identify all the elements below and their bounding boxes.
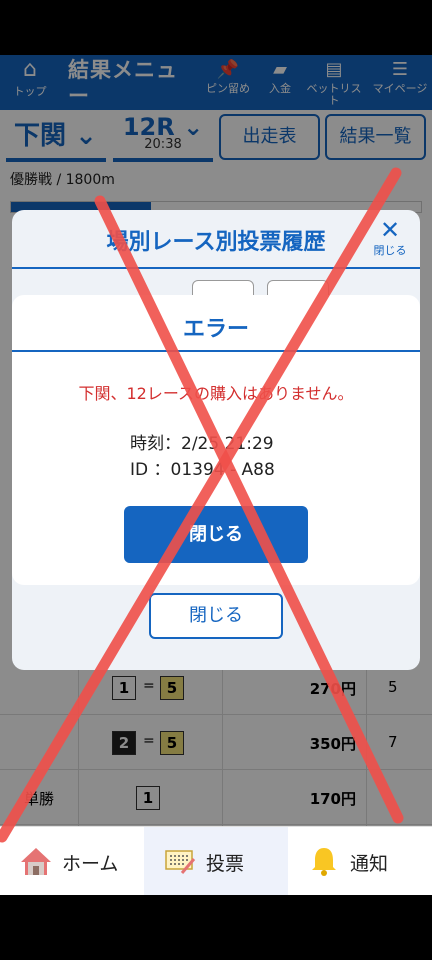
bottom-nav: ホーム 投票 通知 bbox=[0, 826, 432, 895]
bottom-nav-notify-label: 通知 bbox=[350, 853, 389, 875]
divider bbox=[12, 350, 420, 352]
bottom-nav-home[interactable]: ホーム bbox=[0, 827, 144, 895]
bottom-nav-notify[interactable]: 通知 bbox=[288, 827, 432, 895]
history-close-icon-button[interactable]: ✕ 閉じる bbox=[370, 218, 410, 258]
bottom-nav-home-label: ホーム bbox=[62, 853, 119, 875]
bottom-nav-vote[interactable]: 投票 bbox=[144, 827, 288, 895]
close-icon: ✕ bbox=[379, 216, 401, 244]
error-dialog-title: エラー bbox=[182, 317, 249, 342]
bell-icon bbox=[312, 848, 336, 876]
divider bbox=[12, 267, 420, 269]
history-modal-title: 場別レース別投票履歴 bbox=[106, 230, 326, 255]
error-close-button[interactable]: 閉じる bbox=[124, 506, 308, 563]
error-time: 時刻：2/25 21:29 bbox=[130, 434, 274, 454]
home-icon bbox=[21, 848, 51, 875]
phone-screen: ⌂ トップ 結果メニュー 📌 ピン留め ▰ 入金 ▤ ベットリスト ☰ マイペー… bbox=[0, 0, 432, 960]
error-dialog: エラー 下関、12レースの購入はありません。 時刻：2/25 21:29 ID … bbox=[12, 295, 420, 585]
error-message: 下関、12レースの購入はありません。 bbox=[78, 384, 354, 403]
betting-slip-icon bbox=[165, 850, 196, 874]
history-close-button[interactable]: 閉じる bbox=[149, 593, 283, 639]
history-close-label: 閉じる bbox=[373, 244, 407, 257]
app-view: ⌂ トップ 結果メニュー 📌 ピン留め ▰ 入金 ▤ ベットリスト ☰ マイペー… bbox=[0, 55, 432, 895]
error-info: 時刻：2/25 21:29 ID ：01394 - A88 bbox=[130, 431, 275, 483]
bottom-nav-vote-label: 投票 bbox=[206, 853, 245, 875]
error-id: ID ：01394 - A88 bbox=[130, 460, 275, 480]
